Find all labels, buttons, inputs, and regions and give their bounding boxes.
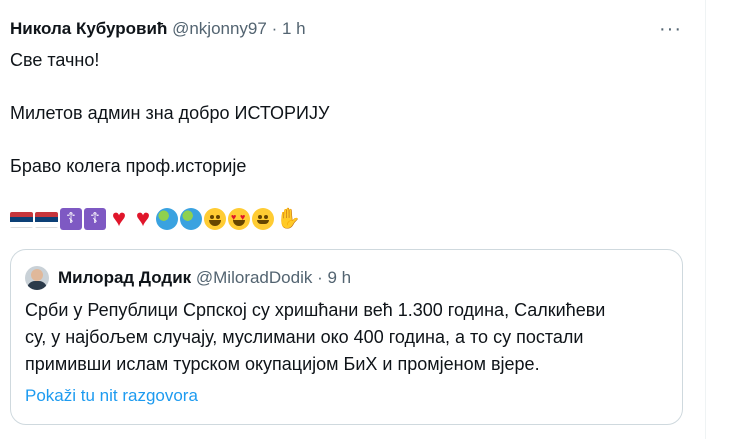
author-handle[interactable]: @nkjonny97 [172, 19, 267, 38]
tweet-text-line-3: Браво колега проф.историје [10, 156, 247, 176]
quoted-text-line-3: примивши ислам турском окупацијом БиХ и … [25, 354, 540, 374]
more-options-icon[interactable]: ··· [659, 19, 682, 39]
emoji-row: ☦ ☦ ♥ ♥ ♥ ♥ ✋ [10, 205, 301, 232]
quoted-author-name[interactable]: Милорад Додик [58, 268, 191, 287]
globe-icon [180, 208, 202, 230]
column-divider [705, 0, 706, 439]
globe-icon [156, 208, 178, 230]
show-thread-link[interactable]: Pokaži tu nit razgovora [25, 386, 198, 406]
quoted-text-line-1: Срби у Републици Српској су хришћани већ… [25, 300, 606, 320]
tweet-header: Никола Кубуровић @nkjonny97 · 1 h [10, 19, 306, 39]
serbia-flag-icon [10, 212, 33, 228]
serbia-flag-icon [35, 212, 58, 228]
grinning-face-icon [204, 208, 226, 230]
raised-hand-icon: ✋ [276, 208, 301, 230]
separator-dot: · [317, 268, 323, 287]
heart-eyes-face-icon: ♥ ♥ [228, 208, 250, 230]
quoted-text-line-2: су, у најбољем случају, муслимани око 40… [25, 327, 584, 347]
tweet-text-line-1: Све тачно! [10, 50, 100, 70]
smiling-face-icon [252, 208, 274, 230]
avatar[interactable] [25, 266, 49, 290]
red-heart-icon: ♥ [135, 205, 151, 232]
quoted-tweet-timestamp[interactable]: 9 h [328, 268, 352, 287]
quoted-tweet-header: Милорад Додик @MiloradDodik · 9 h [58, 268, 351, 288]
author-name[interactable]: Никола Кубуровић [10, 19, 167, 38]
orthodox-cross-icon: ☦ [60, 208, 82, 230]
tweet-timestamp[interactable]: 1 h [282, 19, 306, 38]
tweet-text-line-2: Милетов админ зна добро ИСТОРИЈУ [10, 103, 330, 123]
separator-dot: · [271, 19, 278, 38]
red-heart-icon: ♥ [111, 205, 127, 232]
quoted-author-handle[interactable]: @MiloradDodik [196, 268, 312, 287]
orthodox-cross-icon: ☦ [84, 208, 106, 230]
